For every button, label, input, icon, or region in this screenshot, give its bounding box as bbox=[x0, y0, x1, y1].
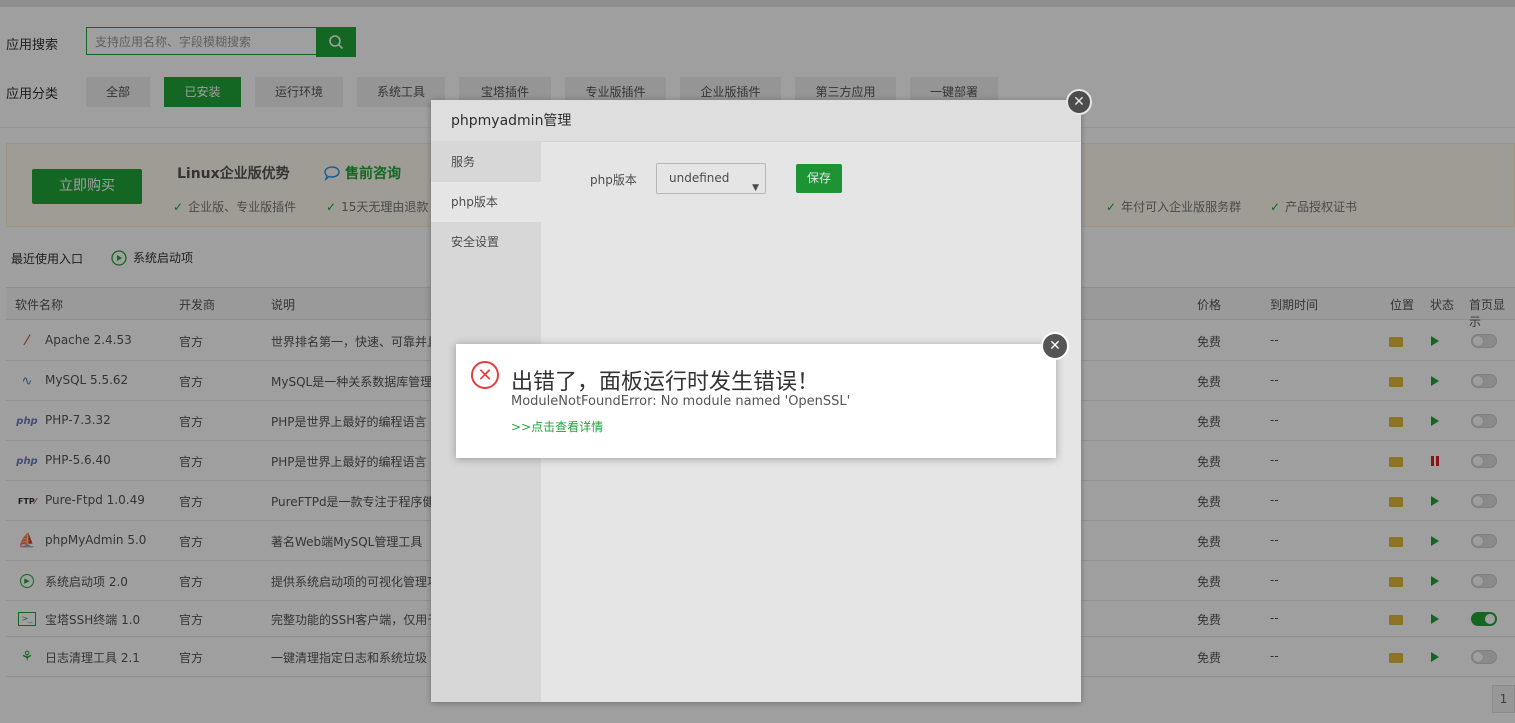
error-title: 出错了，面板运行时发生错误！ bbox=[511, 370, 820, 395]
error-close-button[interactable]: ✕ bbox=[1041, 332, 1069, 360]
close-icon: ✕ bbox=[1049, 338, 1061, 354]
error-dialog: ✕ 出错了，面板运行时发生错误！ ModuleNotFoundError: No… bbox=[456, 344, 1056, 458]
error-details-link[interactable]: >>点击查看详情 bbox=[511, 418, 603, 435]
error-message: ModuleNotFoundError: No module named 'Op… bbox=[511, 394, 851, 409]
error-icon: ✕ bbox=[471, 361, 499, 389]
